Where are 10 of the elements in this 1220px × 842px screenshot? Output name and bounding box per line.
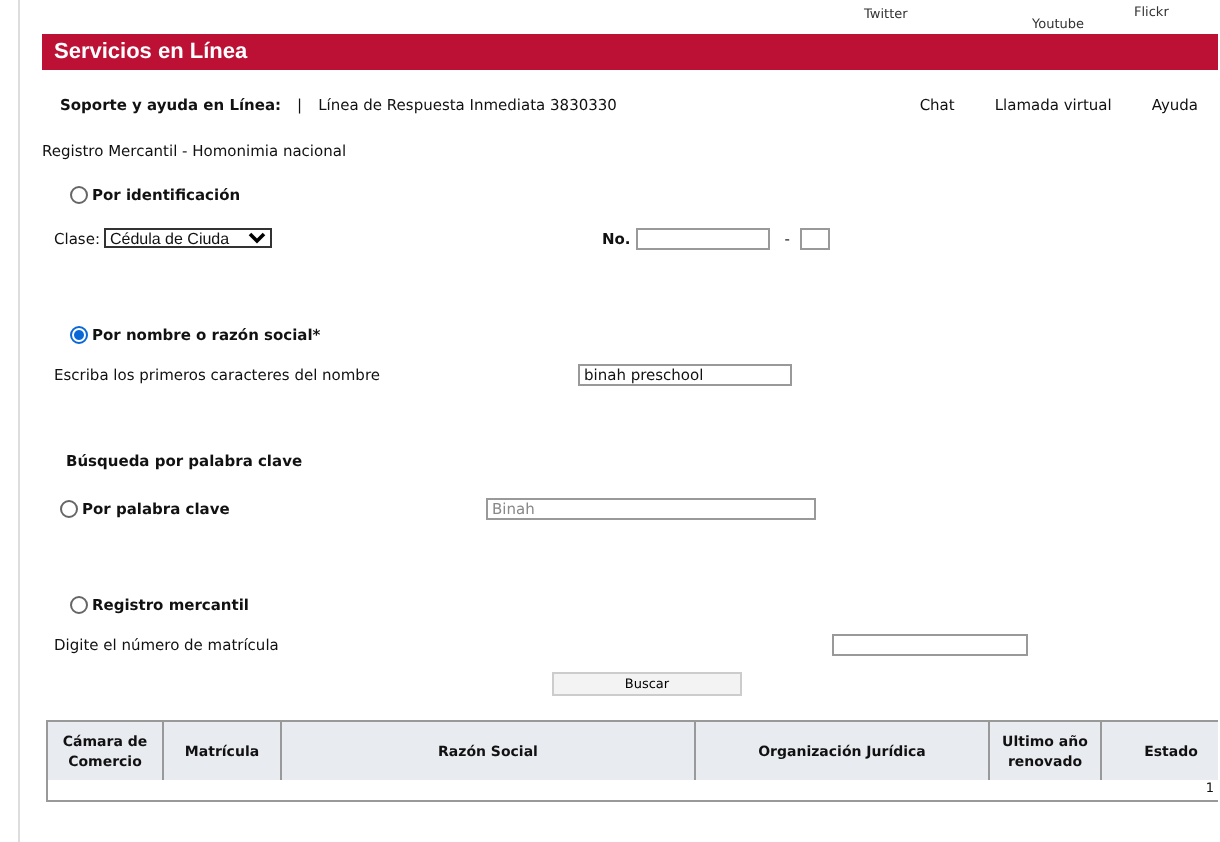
registration-number-field[interactable] <box>832 633 1028 655</box>
radio-button[interactable] <box>70 185 88 203</box>
number-field[interactable] <box>636 227 771 249</box>
radio-button[interactable] <box>70 325 88 343</box>
check-digit-field[interactable] <box>799 227 830 249</box>
caret-icon <box>247 232 266 244</box>
radio-button[interactable] <box>70 595 88 613</box>
class-dropdown[interactable]: Cédula de Ciuda <box>103 228 272 248</box>
radio-button[interactable] <box>60 499 78 517</box>
header-title: Servicios en Línea <box>54 40 248 64</box>
